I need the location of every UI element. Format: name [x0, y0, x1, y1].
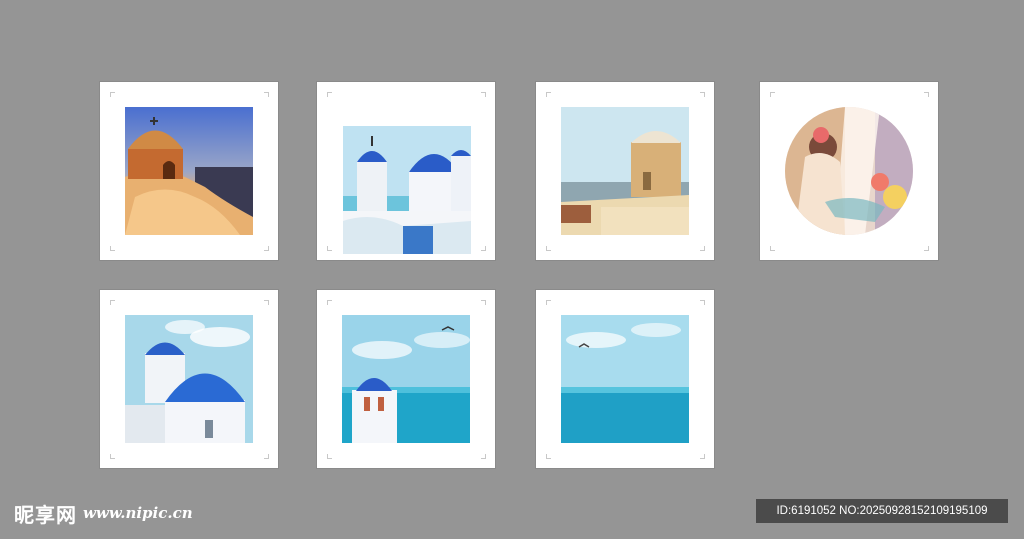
frame-seagull-sea	[536, 290, 714, 468]
frame-corner-mark	[110, 454, 115, 459]
frame-corner-mark	[770, 246, 775, 251]
windmill-print	[561, 107, 689, 235]
frame-corner-mark	[264, 92, 269, 97]
site-logo: 昵享网 www.nipic.cn	[14, 498, 214, 528]
frame-corner-mark	[700, 246, 705, 251]
frame-corner-mark	[264, 454, 269, 459]
frame-corner-mark	[264, 246, 269, 251]
frame-corner-mark	[481, 300, 486, 305]
image-id-label: ID:6191052 NO:20250928152109195109	[756, 499, 1008, 523]
frame-corner-mark	[481, 454, 486, 459]
frame-corner-mark	[546, 92, 551, 97]
frame-windmill	[536, 82, 714, 260]
frame-corner-mark	[327, 454, 332, 459]
blue-domes-church-print	[343, 126, 471, 254]
frame-girl-watercolor	[760, 82, 938, 260]
site-name: 昵享网	[14, 502, 77, 527]
site-url: www.nipic.cn	[83, 504, 193, 522]
frame-corner-mark	[700, 454, 705, 459]
frame-corner-mark	[327, 92, 332, 97]
frame-corner-mark	[924, 92, 929, 97]
frame-corner-mark	[924, 246, 929, 251]
seagull-sea-print	[561, 315, 689, 443]
frame-bell-tower	[317, 290, 495, 468]
girl-watercolor-circle-print	[785, 107, 913, 235]
sunset-church-print	[125, 107, 253, 235]
frame-corner-mark	[110, 246, 115, 251]
frame-corner-mark	[110, 92, 115, 97]
frame-blue-domes	[317, 82, 495, 260]
frame-corner-mark	[546, 246, 551, 251]
frame-corner-mark	[700, 92, 705, 97]
frame-corner-mark	[110, 300, 115, 305]
frame-corner-mark	[700, 300, 705, 305]
white-blue-dome-print	[125, 315, 253, 443]
bell-tower-sea-print	[342, 315, 470, 443]
frame-corner-mark	[327, 300, 332, 305]
frame-corner-mark	[770, 92, 775, 97]
frame-corner-mark	[481, 246, 486, 251]
frame-corner-mark	[327, 246, 332, 251]
frame-sunset-church	[100, 82, 278, 260]
frame-corner-mark	[481, 92, 486, 97]
frame-corner-mark	[546, 300, 551, 305]
frame-white-blue-dome	[100, 290, 278, 468]
frame-corner-mark	[264, 300, 269, 305]
frame-corner-mark	[546, 454, 551, 459]
